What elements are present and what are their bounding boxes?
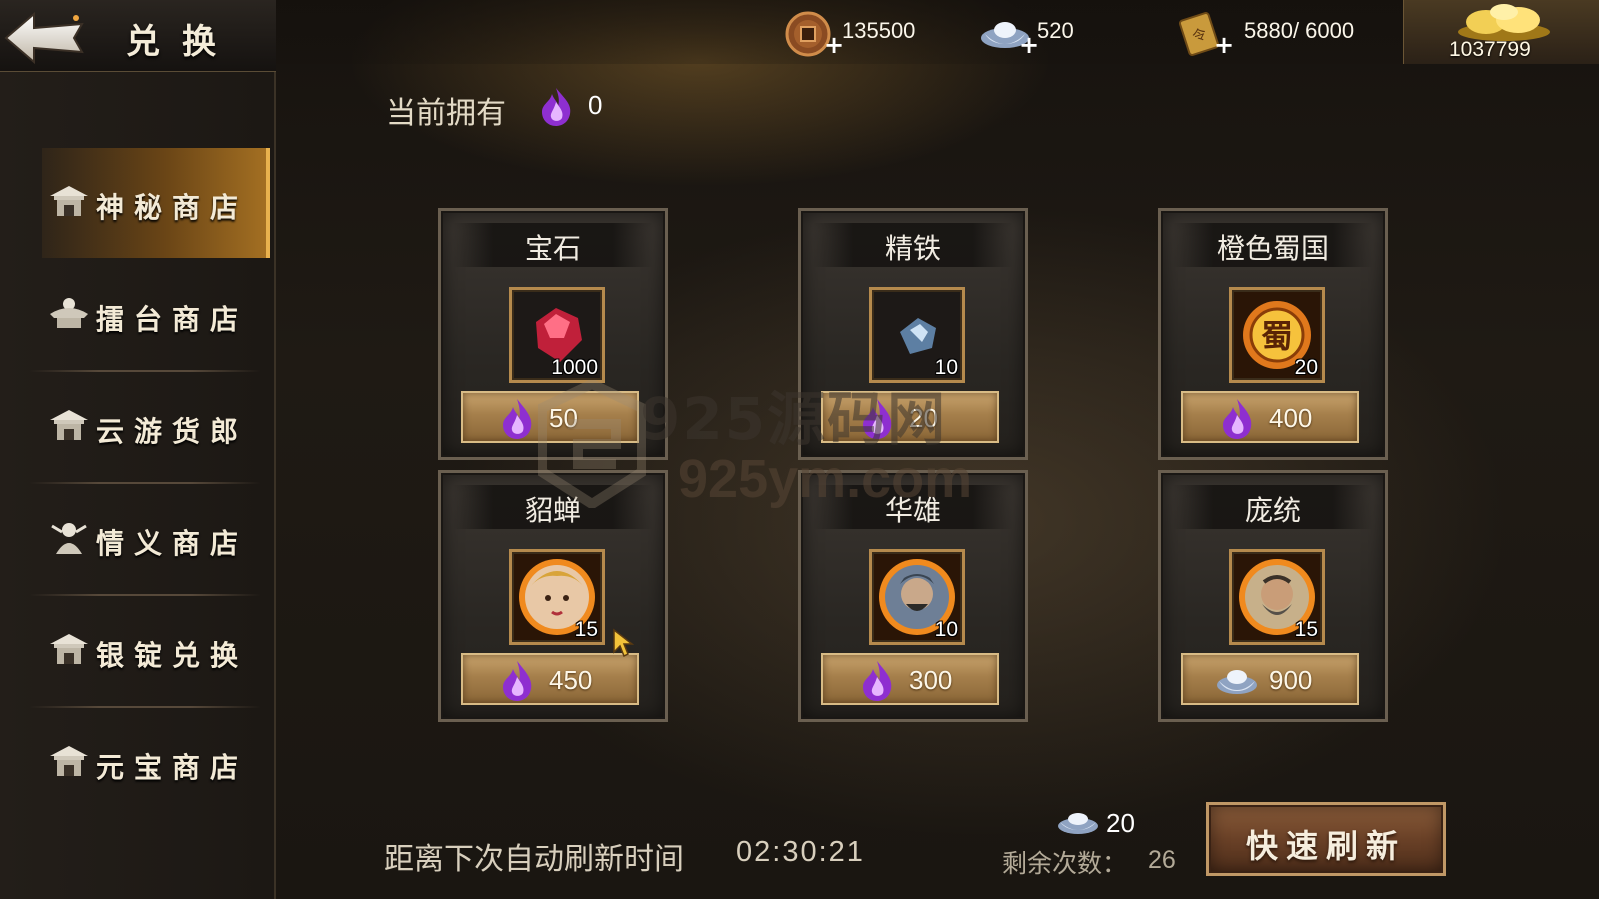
item-frame: 蜀 20	[1229, 287, 1325, 383]
sidebar-item-mystery-shop[interactable]: 神秘商店	[42, 148, 270, 258]
shop-pavilion-icon	[50, 410, 88, 440]
gold-ingot-icon	[1458, 4, 1550, 41]
buy-button[interactable]: 300	[821, 653, 999, 705]
buy-button[interactable]: 450	[461, 653, 639, 705]
sidebar-item-label: 云游货郎	[96, 415, 249, 448]
card-title: 精铁	[884, 232, 941, 265]
purple-flame-icon	[863, 661, 892, 701]
item-frame: 15	[1229, 549, 1325, 645]
sidebar-item-label: 擂台商店	[96, 303, 249, 336]
copper-coin-value: 135500	[842, 18, 916, 43]
refresh-timer-value: 02:30:21	[736, 836, 865, 868]
item-frame: 10	[869, 549, 965, 645]
quick-refresh-label: 快速刷新	[1245, 827, 1406, 865]
item-quantity: 20	[1294, 356, 1318, 379]
silver-ingot-icon	[1058, 813, 1098, 834]
buy-button[interactable]: 900	[1181, 653, 1359, 705]
price-value: 450	[549, 665, 593, 695]
buy-button[interactable]: 400	[1181, 391, 1359, 443]
stamina-value: 5880/ 6000	[1244, 18, 1355, 43]
card-title: 庞统	[1244, 494, 1301, 527]
item-quantity: 10	[934, 618, 958, 641]
owned-label: 当前拥有	[386, 96, 506, 131]
shop-card-pangtong[interactable]: 庞统 15 900	[1158, 470, 1388, 722]
watermark-logo	[538, 380, 646, 508]
shop-card-orange-shu[interactable]: 橙色蜀国 蜀 20 400	[1158, 208, 1388, 460]
purple-flame-icon	[503, 661, 532, 701]
owned-value: 0	[588, 90, 603, 120]
page-title: 兑换	[126, 22, 238, 62]
silver-ingot-icon	[1217, 670, 1257, 694]
copper-coin-resource: + 135500	[784, 6, 954, 58]
item-quantity: 15	[574, 618, 598, 641]
price-value: 400	[1269, 403, 1313, 433]
pointer-cursor-icon	[613, 628, 635, 658]
sidebar-item-label: 神秘商店	[96, 191, 249, 224]
purple-flame-icon	[542, 88, 571, 126]
shop-sidebar: 神秘商店 擂台商店 云游货郎 情义商店 银锭兑换 元宝商店	[0, 72, 276, 899]
refresh-cost-value: 20	[1106, 808, 1135, 838]
sidebar-item-loyalty-shop[interactable]: 情义商店	[42, 484, 270, 594]
remaining-count-value: 26	[1148, 846, 1176, 874]
price-value: 900	[1269, 665, 1313, 695]
item-quantity: 1000	[551, 356, 598, 379]
item-frame: 15	[509, 549, 605, 645]
hero-bust-icon	[51, 523, 87, 554]
watermark-text: 925源码网	[640, 385, 948, 453]
silver-ingot-value: 520	[1037, 18, 1074, 43]
sidebar-item-label: 银锭兑换	[96, 639, 249, 672]
shop-pavilion-icon	[50, 634, 88, 664]
copper-coin-add-button[interactable]: +	[824, 33, 844, 57]
purple-flame-icon	[503, 399, 532, 439]
card-title: 橙色蜀国	[1216, 232, 1329, 265]
refresh-timer-label: 距离下次自动刷新时间	[384, 842, 684, 877]
silver-ingot-resource: + 520	[979, 6, 1109, 58]
title-bar: 兑换	[0, 0, 276, 72]
sidebar-item-silver-exchange[interactable]: 银锭兑换	[42, 596, 270, 706]
stamina-resource: 令 + 5880/ 6000	[1174, 6, 1384, 58]
price-value: 300	[909, 665, 953, 695]
item-frame: 1000	[509, 287, 605, 383]
purple-flame-icon	[1223, 399, 1252, 439]
shop-pavilion-icon	[50, 746, 88, 776]
game-screen: 兑换 + 135500 + 520 令 + 5880/ 6000 1037799…	[0, 0, 1599, 899]
quick-refresh-button[interactable]: 快速刷新	[1206, 802, 1446, 876]
gold-value: 1037799	[1449, 38, 1531, 61]
sidebar-item-yuanbao-shop[interactable]: 元宝商店	[42, 708, 270, 818]
stamina-add-button[interactable]: +	[1214, 33, 1234, 57]
arena-icon	[50, 298, 88, 328]
gold-ingot-resource[interactable]: 1037799	[1403, 0, 1599, 64]
back-button[interactable]	[4, 8, 88, 66]
remaining-count-label: 剩余次数：	[1002, 849, 1128, 878]
sidebar-item-label: 元宝商店	[96, 751, 249, 784]
resource-bar: + 135500 + 520 令 + 5880/ 6000	[276, 0, 1599, 64]
sidebar-item-wandering-merchant[interactable]: 云游货郎	[42, 372, 270, 482]
silver-ingot-add-button[interactable]: +	[1019, 33, 1039, 57]
item-quantity: 15	[1294, 618, 1318, 641]
card-title: 宝石	[524, 232, 581, 265]
svg-text:蜀: 蜀	[1261, 317, 1293, 355]
sidebar-item-arena-shop[interactable]: 擂台商店	[42, 260, 270, 370]
back-arrow-icon	[4, 11, 84, 65]
shop-pavilion-icon	[50, 186, 88, 216]
watermark-url: 925ym.com	[678, 449, 973, 509]
item-frame: 10	[869, 287, 965, 383]
sidebar-item-label: 情义商店	[96, 527, 249, 560]
